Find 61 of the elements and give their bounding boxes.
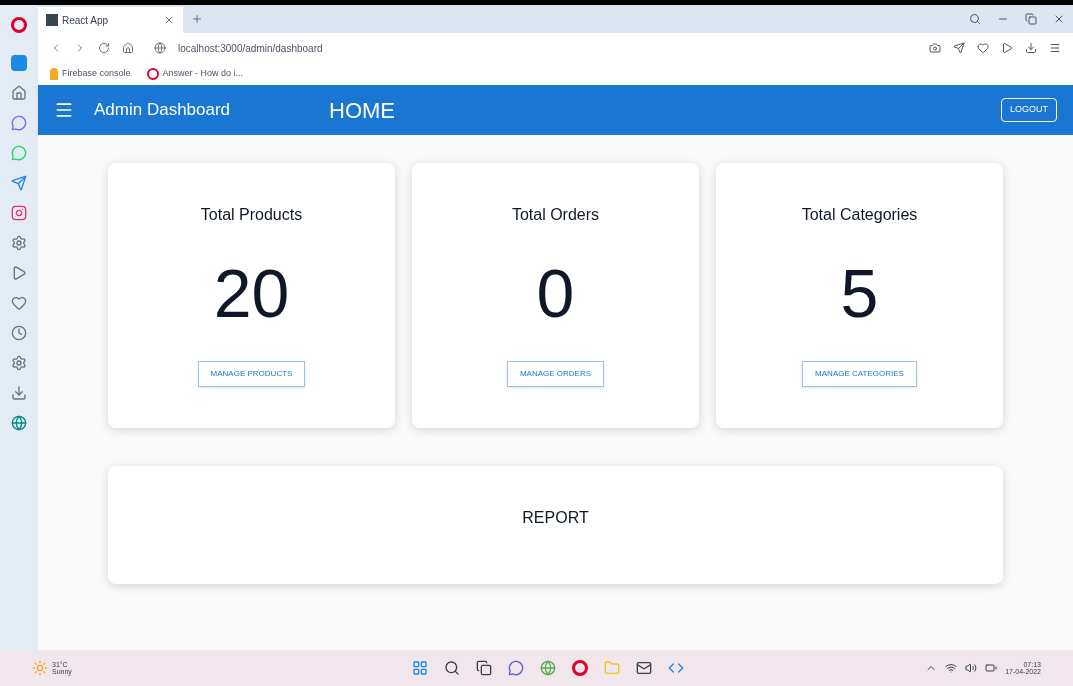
ring-icon xyxy=(146,68,159,80)
report-title: REPORT xyxy=(522,508,589,528)
stat-value: 20 xyxy=(213,259,290,327)
card-title: Total Categories xyxy=(801,205,918,225)
stat-value: 5 xyxy=(840,259,879,327)
address-field[interactable]: localhost:3000/admin/dashboard xyxy=(178,40,917,56)
site-info-icon[interactable] xyxy=(154,42,166,54)
gear-icon[interactable] xyxy=(11,235,27,251)
play-icon[interactable] xyxy=(1001,42,1013,54)
globe-icon[interactable] xyxy=(11,415,27,431)
task-view-icon[interactable] xyxy=(476,660,492,676)
search-icon[interactable] xyxy=(969,13,981,25)
chat-icon[interactable] xyxy=(508,660,524,676)
close-icon[interactable] xyxy=(1053,13,1065,25)
home-icon[interactable] xyxy=(11,85,27,101)
send-icon[interactable] xyxy=(11,175,27,191)
battery-icon[interactable] xyxy=(985,662,998,674)
browser-logo-icon[interactable] xyxy=(572,660,588,676)
flame-icon xyxy=(50,68,58,80)
logout-button[interactable]: LOGOUT xyxy=(1001,98,1057,122)
download-icon[interactable] xyxy=(11,385,27,401)
heart-icon[interactable] xyxy=(11,295,27,311)
manage-button[interactable]: MANAGE CATEGORIES xyxy=(802,361,917,387)
bookmark-link[interactable]: Answer - How do i... xyxy=(146,67,244,81)
reload-icon[interactable] xyxy=(98,42,110,54)
card-title: Total Products xyxy=(200,205,303,225)
card-title: Total Orders xyxy=(511,205,600,225)
chat-icon[interactable] xyxy=(11,115,27,131)
favicon-icon xyxy=(46,14,58,26)
square-icon[interactable] xyxy=(11,55,27,71)
restore-icon[interactable] xyxy=(1025,13,1037,25)
manage-button[interactable]: MANAGE PRODUCTS xyxy=(197,361,306,387)
menu-icon[interactable] xyxy=(54,100,74,120)
start-icon[interactable] xyxy=(412,660,428,676)
camera-icon[interactable] xyxy=(11,205,27,221)
volume-icon[interactable] xyxy=(965,662,978,674)
new-tab-icon[interactable] xyxy=(191,13,203,25)
sun-icon xyxy=(32,660,48,676)
clock-icon[interactable] xyxy=(11,325,27,341)
browser-tab[interactable]: React App xyxy=(38,7,183,33)
tab-title: React App xyxy=(62,13,110,28)
send-icon[interactable] xyxy=(953,42,965,54)
stat-value: 0 xyxy=(536,259,575,327)
bookmark-link[interactable]: Firebase console xyxy=(50,67,131,81)
menu-icon[interactable] xyxy=(1049,42,1061,54)
download-icon[interactable] xyxy=(1025,42,1037,54)
page-heading: HOME xyxy=(329,96,396,125)
browser-logo-icon[interactable] xyxy=(11,17,27,33)
close-icon[interactable] xyxy=(163,14,175,26)
wifi-icon[interactable] xyxy=(945,662,958,674)
home-icon[interactable] xyxy=(122,42,134,54)
heart-icon[interactable] xyxy=(977,42,989,54)
browser-icon[interactable] xyxy=(540,660,556,676)
manage-button[interactable]: MANAGE ORDERS xyxy=(506,361,605,387)
search-icon[interactable] xyxy=(444,660,460,676)
app-title: Admin Dashboard xyxy=(94,99,232,122)
mail-icon[interactable] xyxy=(636,660,652,676)
play-icon[interactable] xyxy=(11,265,27,281)
code-icon[interactable] xyxy=(668,660,684,676)
settings-icon[interactable] xyxy=(11,355,27,371)
camera-icon[interactable] xyxy=(929,42,941,54)
